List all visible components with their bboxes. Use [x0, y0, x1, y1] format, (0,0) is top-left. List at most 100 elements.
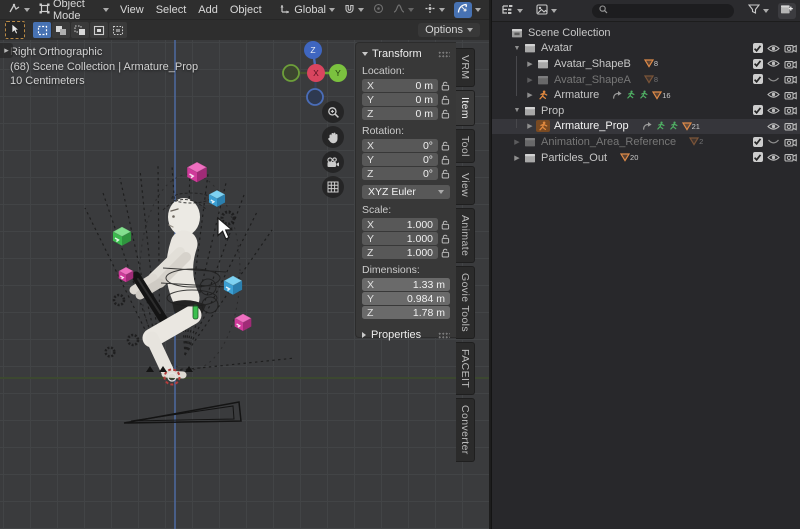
render-camera-toggle[interactable] [784, 58, 797, 69]
menu-object[interactable]: Object [224, 4, 268, 16]
panel-grip-icon[interactable] [438, 332, 450, 339]
tab-view[interactable]: View [456, 166, 475, 204]
menu-add[interactable]: Add [192, 4, 224, 16]
display-mode-button[interactable] [532, 3, 561, 19]
exclude-checkbox[interactable] [751, 105, 764, 116]
outliner-row-animation-area-reference[interactable]: ▶ Animation_Area_Reference 2 [492, 134, 800, 150]
outliner-search[interactable] [592, 4, 734, 18]
location-x-field[interactable]: X0 m [362, 79, 438, 92]
gizmo-axis-neg-z[interactable] [307, 89, 323, 105]
exclude-checkbox[interactable] [751, 43, 764, 54]
gizmo-axis-neg-y[interactable] [283, 65, 299, 81]
new-collection-button[interactable] [778, 3, 796, 19]
outliner-row-scene-collection[interactable]: Scene Collection [492, 25, 800, 41]
exclude-checkbox[interactable] [751, 74, 764, 85]
outliner-row-avatar-shapea[interactable]: ▶ Avatar_ShapeA 8 [492, 72, 800, 88]
viewport-canvas[interactable]: Right Orthographic (68) Scene Collection… [0, 40, 489, 529]
tab-converter[interactable]: Converter [456, 398, 475, 462]
expand-down-icon[interactable]: ▼ [511, 107, 523, 114]
select-box-invert-button[interactable] [90, 22, 108, 38]
outliner-editor-type-button[interactable] [497, 3, 527, 19]
hide-eye-toggle[interactable] [767, 121, 780, 132]
lock-toggle[interactable] [441, 95, 450, 105]
outliner-row-armature[interactable]: ▶ Armature 16 [492, 87, 800, 103]
scale-z-field[interactable]: Z1.000 [362, 246, 438, 259]
location-y-field[interactable]: Y0 m [362, 93, 438, 106]
select-box-extend-button[interactable] [52, 22, 70, 38]
outliner-row-prop[interactable]: ▼ Prop [492, 103, 800, 119]
pan-hand-button[interactable] [322, 126, 344, 148]
scale-x-field[interactable]: X1.000 [362, 218, 438, 231]
editor-type-button[interactable] [4, 2, 34, 18]
dimensions-x-field[interactable]: X1.33 m [362, 278, 450, 291]
exclude-checkbox[interactable] [751, 58, 764, 69]
hide-eye-closed-toggle[interactable] [767, 136, 780, 147]
hide-eye-closed-toggle[interactable] [767, 74, 780, 85]
expand-right-icon[interactable]: ▶ [511, 154, 523, 162]
expand-right-icon[interactable]: ▶ [524, 76, 536, 84]
render-camera-toggle[interactable] [784, 136, 797, 147]
expand-right-icon[interactable]: ▶ [511, 138, 523, 146]
outliner-row-avatar-shapeb[interactable]: ▶ Avatar_ShapeB 8 [492, 56, 800, 72]
menu-select[interactable]: Select [150, 4, 193, 16]
render-camera-toggle[interactable] [784, 152, 797, 163]
rotation-mode-dropdown[interactable]: XYZ Euler [362, 185, 450, 199]
toolbar-expand-arrow[interactable]: ▸ [0, 43, 13, 58]
navigation-gizmo[interactable]: Z Y X [279, 40, 355, 110]
outliner-search-input[interactable] [612, 4, 727, 17]
render-camera-toggle[interactable] [784, 74, 797, 85]
show-overlays-toggle[interactable] [450, 1, 485, 19]
rotation-z-field[interactable]: Z0° [362, 167, 438, 180]
tweak-tool-button[interactable] [5, 21, 25, 39]
location-z-field[interactable]: Z0 m [362, 107, 438, 120]
proportional-editing-toggle[interactable] [369, 2, 388, 18]
snapping-dropdown[interactable] [340, 2, 368, 18]
lock-toggle[interactable] [441, 220, 450, 230]
properties-panel-header[interactable]: Properties [362, 329, 450, 341]
show-gizmos-dropdown[interactable] [420, 2, 449, 18]
hide-eye-toggle[interactable] [767, 152, 780, 163]
tab-animate[interactable]: Animate [456, 208, 475, 263]
lock-toggle[interactable] [441, 109, 450, 119]
mode-selector[interactable]: Object Mode [35, 0, 113, 23]
tab-faceit[interactable]: FACEIT [456, 342, 475, 395]
exclude-checkbox[interactable] [751, 152, 764, 163]
expand-right-icon[interactable]: ▶ [524, 122, 536, 130]
rotation-x-field[interactable]: X0° [362, 139, 438, 152]
hide-eye-toggle[interactable] [767, 58, 780, 69]
dimensions-z-field[interactable]: Z1.78 m [362, 306, 450, 319]
expand-down-icon[interactable]: ▼ [511, 45, 523, 52]
outliner-row-armature-prop[interactable]: ▶ Armature_Prop 21 [492, 119, 800, 135]
options-button[interactable]: Options [418, 23, 480, 37]
lock-toggle[interactable] [441, 169, 450, 179]
hide-eye-toggle[interactable] [767, 105, 780, 116]
select-box-subtract-button[interactable] [71, 22, 89, 38]
lock-toggle[interactable] [441, 248, 450, 258]
panel-grip-icon[interactable] [438, 51, 450, 58]
render-camera-toggle[interactable] [784, 43, 797, 54]
outliner-row-particles-out[interactable]: ▶ Particles_Out 20 [492, 150, 800, 166]
hide-eye-toggle[interactable] [767, 89, 780, 100]
dimensions-y-field[interactable]: Y0.984 m [362, 292, 450, 305]
select-box-new-button[interactable] [33, 22, 51, 38]
tab-item[interactable]: Item [456, 90, 475, 126]
exclude-checkbox[interactable] [751, 136, 764, 147]
outliner-row-avatar[interactable]: ▼ Avatar [492, 41, 800, 57]
render-camera-toggle[interactable] [784, 105, 797, 116]
render-camera-toggle[interactable] [784, 89, 797, 100]
rotation-y-field[interactable]: Y0° [362, 153, 438, 166]
select-box-intersect-button[interactable] [109, 22, 127, 38]
expand-right-icon[interactable]: ▶ [524, 91, 536, 99]
orientation-selector[interactable]: Global [276, 2, 339, 18]
transform-panel-header[interactable]: Transform [362, 48, 450, 60]
camera-view-button[interactable] [322, 151, 344, 173]
render-camera-toggle[interactable] [784, 121, 797, 132]
filter-button[interactable] [744, 3, 773, 18]
tab-govie-tools[interactable]: Govie Tools [456, 266, 475, 339]
lock-toggle[interactable] [441, 81, 450, 91]
lock-toggle[interactable] [441, 234, 450, 244]
falloff-dropdown[interactable] [389, 2, 418, 18]
expand-right-icon[interactable]: ▶ [524, 60, 536, 68]
tab-tool[interactable]: Tool [456, 129, 475, 164]
scale-y-field[interactable]: Y1.000 [362, 232, 438, 245]
